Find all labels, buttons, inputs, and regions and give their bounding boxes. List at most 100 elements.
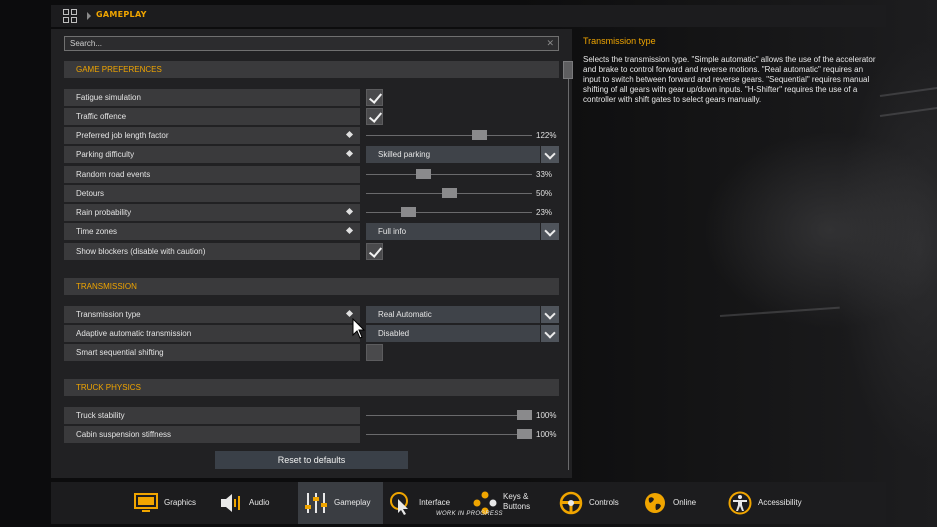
breadcrumb-arrow-icon xyxy=(87,12,91,20)
row-label: Truck stability xyxy=(64,407,360,424)
row-truck-stability: Truck stability 100% xyxy=(64,407,559,424)
slider-thumb[interactable] xyxy=(416,169,431,179)
slider-thumb[interactable] xyxy=(442,188,457,198)
tab-label: Controls xyxy=(589,498,619,507)
reset-to-defaults-button[interactable]: Reset to defaults xyxy=(215,451,408,469)
breadcrumb[interactable]: GAMEPLAY xyxy=(96,10,147,19)
rain-probability-slider[interactable] xyxy=(366,204,532,221)
smart-sequential-checkbox[interactable] xyxy=(366,344,383,361)
cursor-click-icon xyxy=(390,492,408,515)
tab-graphics[interactable]: Graphics xyxy=(131,482,201,524)
description-text: Selects the transmission type. "Simple a… xyxy=(583,55,876,104)
cabin-suspension-slider[interactable] xyxy=(366,426,532,443)
steering-wheel-icon xyxy=(559,491,583,515)
work-in-progress-badge: WORK IN PROGRESS xyxy=(436,511,503,517)
slider-thumb[interactable] xyxy=(517,429,532,439)
row-label: Detours xyxy=(64,185,360,202)
slider-thumb[interactable] xyxy=(401,207,416,217)
monitor-icon xyxy=(134,493,158,512)
truck-stability-slider[interactable] xyxy=(366,407,532,424)
row-label: Adaptive automatic transmission xyxy=(64,325,360,342)
tab-keys-buttons[interactable]: Keys & Buttons xyxy=(473,482,553,524)
tab-accessibility[interactable]: Accessibility xyxy=(728,482,818,524)
row-fatigue-simulation: Fatigue simulation xyxy=(64,89,559,106)
row-label: Preferred job length factor xyxy=(76,131,169,140)
info-diamond-icon xyxy=(345,130,354,139)
tab-label: Buttons xyxy=(503,502,531,511)
row-detours: Detours 50% xyxy=(64,185,559,202)
section-truck-physics: TRUCK PHYSICS xyxy=(64,379,559,396)
slider-value: 100% xyxy=(536,430,557,439)
transmission-type-select[interactable]: Real Automatic xyxy=(366,306,540,323)
time-zones-select[interactable]: Full info xyxy=(366,223,540,240)
job-length-slider[interactable] xyxy=(366,127,532,144)
row-label: Time zones xyxy=(76,227,118,236)
scrollbar-thumb[interactable] xyxy=(563,61,573,79)
row-job-length: Preferred job length factor 122% xyxy=(64,127,559,144)
slider-thumb[interactable] xyxy=(472,130,487,140)
tab-label: Graphics xyxy=(164,498,197,507)
tab-gameplay[interactable]: Gameplay xyxy=(298,482,383,524)
road-events-slider[interactable] xyxy=(366,166,532,183)
sliders-icon xyxy=(305,493,327,513)
tab-label: Audio xyxy=(249,498,270,507)
tab-label: Accessibility xyxy=(758,498,802,507)
settings-list: GAME PREFERENCES Fatigue simulation Traf… xyxy=(64,29,560,478)
scrollbar-track[interactable] xyxy=(568,61,569,470)
info-diamond-icon xyxy=(345,226,354,235)
settings-panel: Search... ✕ GAME PREFERENCES Fatigue sim… xyxy=(51,29,573,478)
tab-audio[interactable]: Audio xyxy=(216,482,281,524)
row-label: Parking difficulty xyxy=(76,150,135,159)
row-random-road-events: Random road events 33% xyxy=(64,166,559,183)
traffic-offence-checkbox[interactable] xyxy=(366,108,383,125)
chevron-down-icon[interactable] xyxy=(541,306,559,323)
mouse-cursor-icon xyxy=(352,318,366,339)
row-rain-probability: Rain probability 23% xyxy=(64,204,559,221)
row-label: Rain probability xyxy=(76,208,132,217)
bottom-nav: Graphics Audio Gameplay Interface Keys &… xyxy=(51,482,886,524)
speaker-icon xyxy=(221,494,240,512)
slider-value: 23% xyxy=(536,208,553,217)
slider-value: 122% xyxy=(536,131,557,140)
tab-label: Gameplay xyxy=(334,498,371,507)
tab-label: Online xyxy=(673,498,697,507)
row-traffic-offence: Traffic offence xyxy=(64,108,559,125)
slider-value: 50% xyxy=(536,189,553,198)
section-game-preferences: GAME PREFERENCES xyxy=(64,61,559,78)
grid-menu-icon[interactable] xyxy=(63,9,77,23)
adaptive-transmission-select[interactable]: Disabled xyxy=(366,325,540,342)
row-label: Show blockers (disable with caution) xyxy=(64,243,360,260)
row-adaptive-transmission: Adaptive automatic transmission Disabled xyxy=(64,325,559,342)
tab-interface[interactable]: Interface xyxy=(389,482,469,524)
info-diamond-icon xyxy=(345,149,354,158)
slider-value: 100% xyxy=(536,411,557,420)
detours-slider[interactable] xyxy=(366,185,532,202)
row-time-zones: Time zones Full info xyxy=(64,223,559,240)
tab-controls[interactable]: Controls xyxy=(559,482,634,524)
chevron-down-icon[interactable] xyxy=(541,325,559,342)
tab-label: Keys & xyxy=(503,492,529,501)
row-transmission-type: Transmission type Real Automatic xyxy=(64,306,559,323)
accessibility-icon xyxy=(728,491,752,515)
tab-online[interactable]: Online xyxy=(643,482,713,524)
row-label: Smart sequential shifting xyxy=(64,344,360,361)
show-blockers-checkbox[interactable] xyxy=(366,243,383,260)
chevron-down-icon[interactable] xyxy=(541,223,559,240)
row-show-blockers: Show blockers (disable with caution) xyxy=(64,243,559,260)
row-label: Traffic offence xyxy=(64,108,360,125)
row-cabin-suspension: Cabin suspension stiffness 100% xyxy=(64,426,559,443)
description-title: Transmission type xyxy=(583,36,656,46)
slider-value: 33% xyxy=(536,170,553,179)
row-parking-difficulty: Parking difficulty Skilled parking xyxy=(64,146,559,163)
parking-difficulty-select[interactable]: Skilled parking xyxy=(366,146,540,163)
row-label: Fatigue simulation xyxy=(64,89,360,106)
row-smart-sequential: Smart sequential shifting xyxy=(64,344,559,361)
globe-icon xyxy=(645,493,665,513)
row-label: Transmission type xyxy=(76,310,141,319)
fatigue-checkbox[interactable] xyxy=(366,89,383,106)
row-label: Cabin suspension stiffness xyxy=(64,426,360,443)
top-bar: GAMEPLAY xyxy=(51,5,886,27)
chevron-down-icon[interactable] xyxy=(541,146,559,163)
slider-thumb[interactable] xyxy=(517,410,532,420)
tab-label: Interface xyxy=(419,498,451,507)
